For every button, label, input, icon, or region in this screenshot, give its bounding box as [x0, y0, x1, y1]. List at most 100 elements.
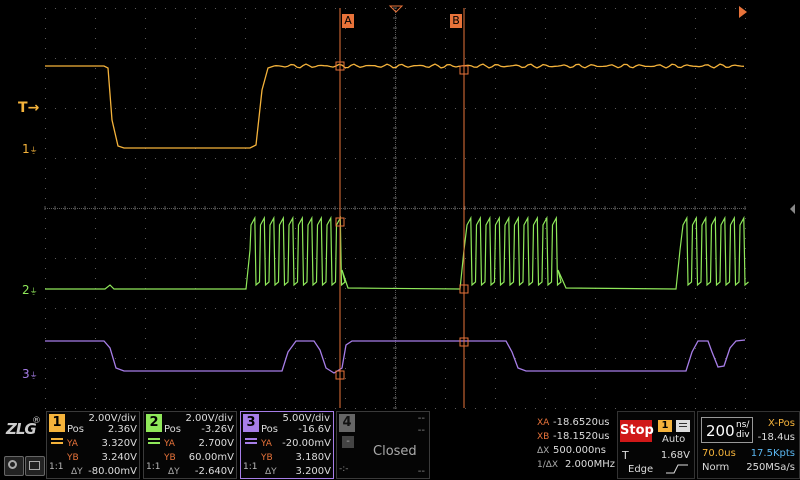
ch3-ya: -20.00mV — [282, 438, 331, 449]
ch2-yb: 60.00mV — [188, 452, 234, 463]
ch4-minus: - — [342, 436, 354, 448]
ch1-offset-marker[interactable]: 1⏚ — [22, 142, 38, 156]
freq-row: 1/ΔX 2.000MHz — [537, 459, 615, 471]
trigger-type[interactable]: Edge — [628, 464, 653, 475]
trigger-level-label: T — [622, 449, 629, 462]
ch1-coupling: 1:1 — [49, 462, 64, 472]
dx-value: 500.000ns — [553, 445, 606, 456]
ch1-ya-label: YA — [67, 439, 78, 449]
trigger-mode[interactable]: Auto — [662, 434, 685, 445]
run-stop-button[interactable]: Stop — [620, 420, 654, 442]
ch1-vdiv[interactable]: 2.00V/div — [88, 413, 136, 424]
ch4-panel[interactable]: 4 -- -- - Closed -:- -- — [336, 411, 430, 479]
trigger-level-marker[interactable]: T→ — [18, 100, 39, 116]
search-zoom-button[interactable] — [4, 456, 24, 476]
ch1-dy-label: ΔY — [71, 467, 83, 477]
dx-row: ΔX 500.000ns — [537, 445, 613, 457]
timebase-unit-top: ns/ — [736, 420, 750, 430]
ch1-dy: -80.00mV — [88, 466, 137, 477]
ch3-dy: 3.200V — [295, 466, 331, 477]
ch2-dy-row: ΔY -2.640V — [164, 466, 234, 478]
status-bar: ZLG ® 1 2.00V/div Pos 2.36V YA 3.320V YB 3.240V… — [0, 410, 800, 480]
ch3-ya-label: YA — [261, 439, 272, 449]
ch2-offset-marker[interactable]: 2⏚ — [22, 283, 38, 297]
ch3-vdiv[interactable]: 5.00V/div — [282, 413, 330, 424]
ground-icon: ⏚ — [29, 287, 38, 296]
xpos-label: X-Pos — [768, 418, 795, 429]
cursor-a-tag[interactable]: A — [342, 14, 354, 28]
ch2-yb-label: YB — [164, 453, 176, 463]
ch3-ya-row: YA -20.00mV — [261, 438, 331, 450]
waveform-display[interactable]: A B T→ 1⏚ 2⏚ 3⏚ — [0, 0, 800, 410]
ch3-dy-row: ΔY 3.200V — [261, 466, 331, 478]
ch2-ya: 2.700V — [198, 438, 234, 449]
ch1-ya-row: YA 3.320V — [67, 438, 137, 450]
xa-value: -18.6520us — [553, 417, 610, 428]
ch4-dash: -- — [417, 466, 425, 477]
freq-label: 1/ΔX — [537, 460, 559, 470]
menu-icon — [679, 423, 687, 424]
ch2-number[interactable]: 2 — [146, 414, 162, 432]
ch1-pos-row: Pos 2.36V — [67, 424, 137, 436]
ch2-panel[interactable]: 2 2.00V/div Pos -3.26V YA 2.700V YB 60.00mV 1:1 Δ… — [143, 411, 237, 479]
timebase-value-box[interactable]: 200 ns/ div — [701, 417, 753, 443]
ch2-pos: -3.26V — [201, 424, 234, 435]
memory-depth: 17.5Kpts — [750, 448, 795, 459]
registered-mark: ® — [32, 416, 41, 426]
cursor-measure-panel[interactable]: XA -18.6520us XB -18.1520us ΔX 500.000ns 1/… — [535, 411, 615, 479]
ch3-yb-label: YB — [261, 453, 273, 463]
ch3-yb-row: YB 3.180V — [261, 452, 331, 464]
ch3-dc-icon — [245, 438, 257, 444]
ch1-panel[interactable]: 1 2.00V/div Pos 2.36V YA 3.320V YB 3.240V 1:1 ΔY -… — [46, 411, 140, 479]
ch1-yb-label: YB — [67, 453, 79, 463]
ch1-dc-icon — [51, 438, 63, 444]
ch4-vdiv: -- — [417, 413, 425, 424]
ch1-pos: 2.36V — [107, 424, 137, 435]
xb-row: XB -18.1520us — [537, 431, 613, 443]
ch3-yb: 3.180V — [295, 452, 331, 463]
trigger-level-value[interactable]: 1.68V — [661, 450, 690, 461]
ch4-coupling: -:- — [339, 464, 349, 474]
side-menu-arrow-icon[interactable] — [790, 204, 795, 214]
ch1-pos-label: Pos — [67, 424, 85, 435]
ch2-ya-row: YA 2.700V — [164, 438, 234, 450]
timebase-panel[interactable]: 200 ns/ div X-Pos -18.4us 70.0us 17.5Kpt… — [697, 411, 800, 479]
trigger-source[interactable]: 1 — [658, 420, 672, 432]
xa-label: XA — [537, 418, 550, 428]
xa-row: XA -18.6520us — [537, 417, 613, 429]
window-icon — [29, 461, 40, 470]
ch1-offset-marker-label: 1 — [22, 142, 30, 156]
ch4-status: Closed — [373, 444, 417, 459]
ground-icon: ⏚ — [29, 371, 38, 380]
ch3-offset-marker[interactable]: 3⏚ — [22, 367, 38, 381]
ch2-dy-label: ΔY — [168, 467, 180, 477]
ch3-coupling: 1:1 — [243, 462, 258, 472]
ch2-coupling: 1:1 — [146, 462, 161, 472]
ch1-yb-row: YB 3.240V — [67, 452, 137, 464]
search-icon — [8, 460, 17, 469]
cursor-b-tag[interactable]: B — [450, 14, 462, 28]
ch2-pos-label: Pos — [164, 424, 182, 435]
trigger-level-marker-label: T — [18, 100, 28, 116]
xb-value: -18.1520us — [553, 431, 610, 442]
dx-label: ΔX — [537, 446, 550, 456]
timebase-unit-bottom: div — [736, 430, 750, 440]
trigger-panel[interactable]: Stop 1 Auto T 1.68V Edge — [617, 411, 695, 479]
ch1-number[interactable]: 1 — [49, 414, 65, 432]
ch3-panel[interactable]: 3 5.00V/div Pos -16.6V YA -20.00mV YB 3.180V 1:1… — [240, 411, 334, 479]
sample-rate: 250MSa/s — [746, 462, 795, 473]
acquire-mode: Norm — [702, 462, 730, 473]
ch1-ya: 3.320V — [101, 438, 137, 449]
screenshot-button[interactable] — [25, 456, 45, 476]
timebase-value: 200 — [706, 422, 735, 440]
ch3-offset-marker-label: 3 — [22, 367, 30, 381]
ch2-vdiv[interactable]: 2.00V/div — [185, 413, 233, 424]
rising-edge-icon — [666, 464, 688, 474]
ch3-number[interactable]: 3 — [243, 414, 259, 432]
ground-icon: ⏚ — [29, 146, 38, 155]
trigger-menu-button[interactable] — [676, 420, 690, 432]
ch2-yb-row: YB 60.00mV — [164, 452, 234, 464]
ch2-ya-label: YA — [164, 439, 175, 449]
xpos-value[interactable]: -18.4us — [758, 432, 795, 443]
ch2-dc-icon — [148, 438, 160, 444]
